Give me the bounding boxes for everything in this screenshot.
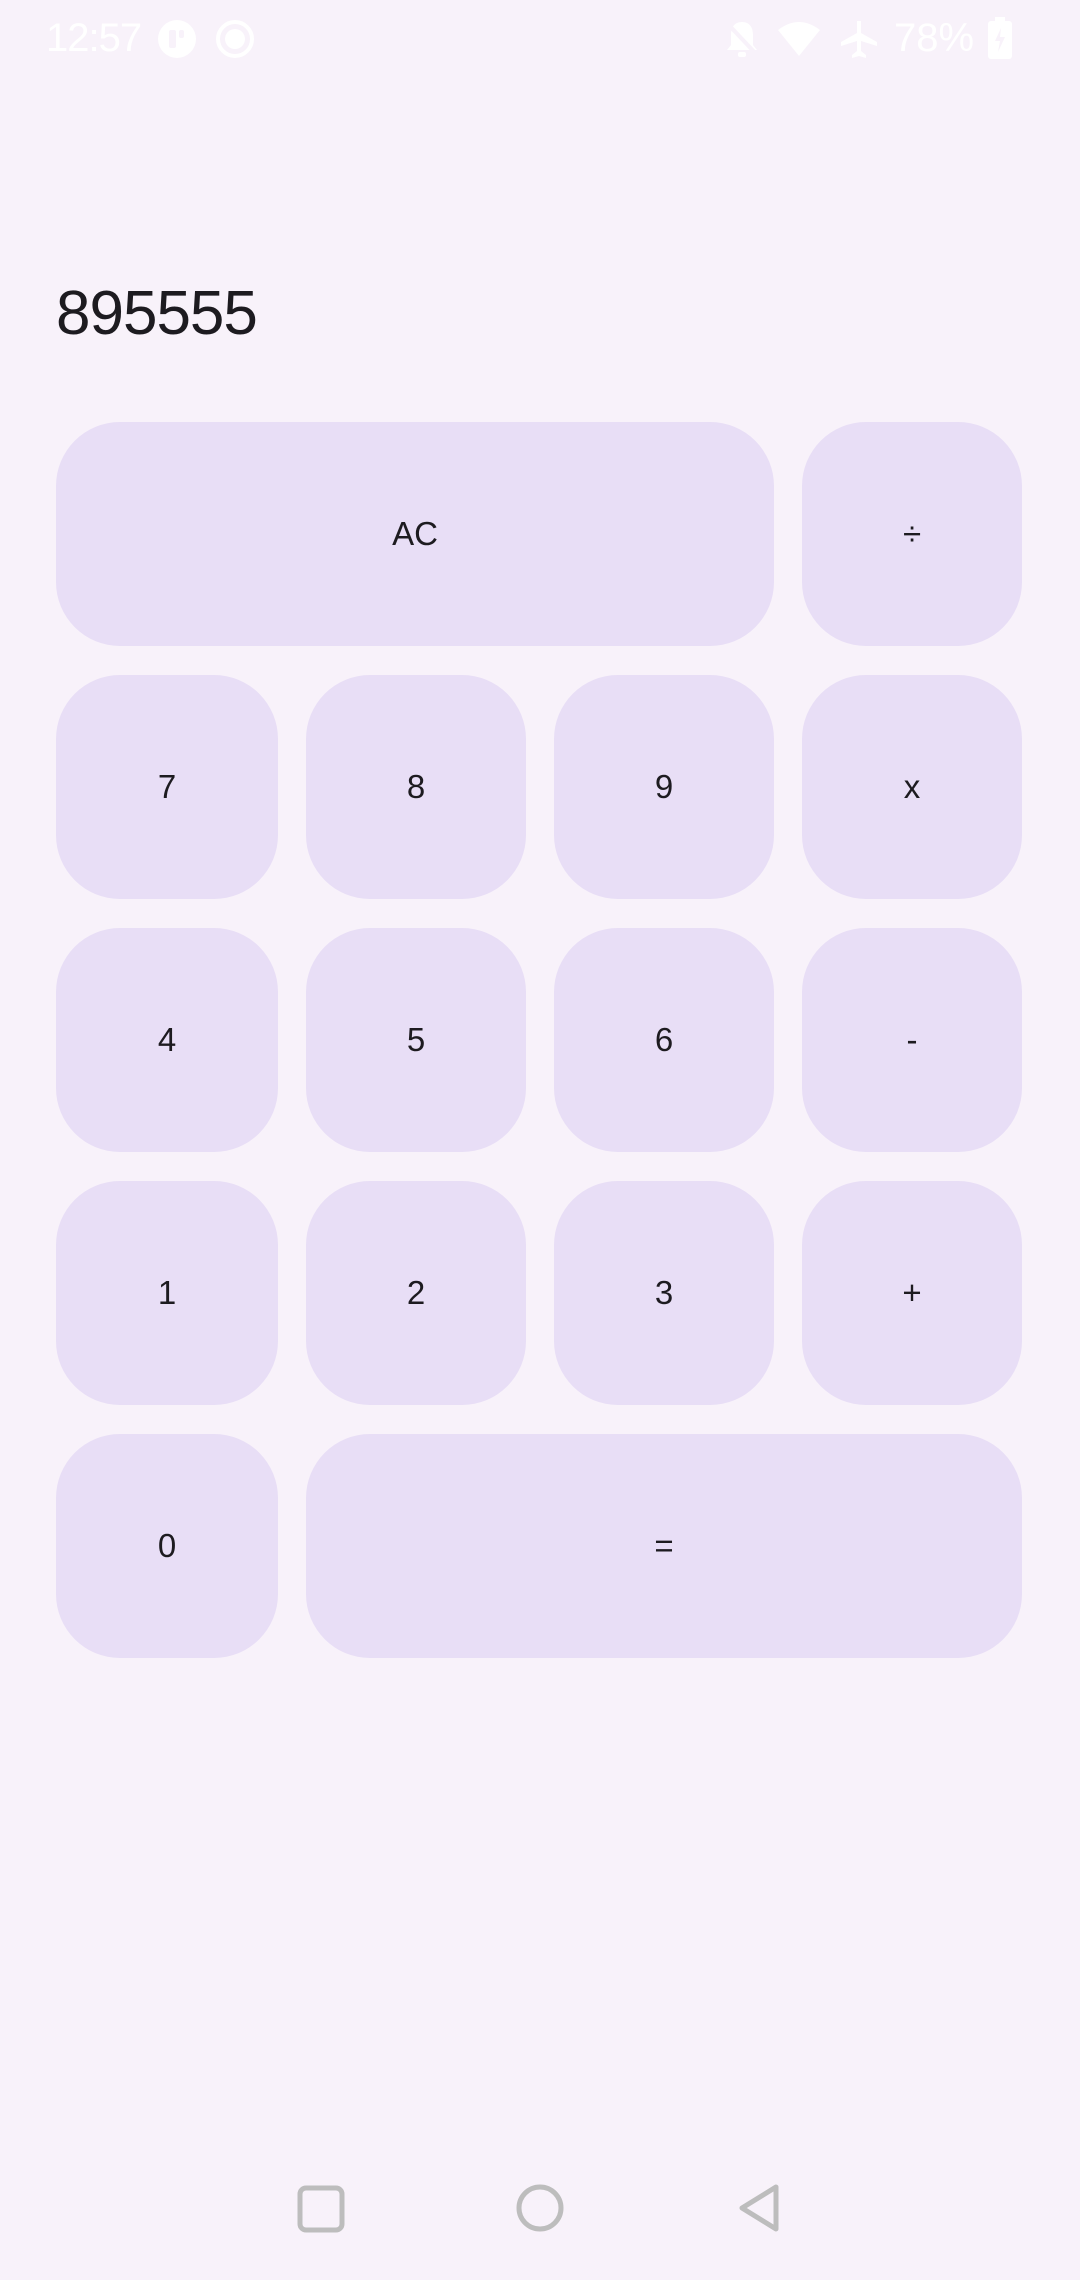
digit-8-button[interactable]: 8 (306, 675, 526, 899)
record-icon (216, 20, 254, 58)
digit-2-button[interactable]: 2 (306, 1181, 526, 1405)
home-circle-icon[interactable] (514, 2182, 566, 2234)
digit-0-button[interactable]: 0 (56, 1434, 278, 1658)
digit-7-button[interactable]: 7 (56, 675, 278, 899)
calculator-display: 895555 (56, 279, 258, 348)
digit-4-button[interactable]: 4 (56, 928, 278, 1152)
keypad: AC ÷ 7 8 9 x 4 5 6 - 1 2 3 + 0 = (56, 422, 1024, 1658)
digit-5-button[interactable]: 5 (306, 928, 526, 1152)
battery-icon (988, 17, 1012, 59)
subtract-button[interactable]: - (802, 928, 1022, 1152)
battery-percentage: 78% (894, 16, 975, 60)
back-triangle-icon[interactable] (736, 2182, 784, 2234)
digit-6-button[interactable]: 6 (554, 928, 774, 1152)
status-bar: 12:57 78% (0, 0, 1080, 80)
app-notification-icon (158, 20, 196, 58)
clear-button[interactable]: AC (56, 422, 774, 646)
digit-3-button[interactable]: 3 (554, 1181, 774, 1405)
multiply-button[interactable]: x (802, 675, 1022, 899)
digit-1-button[interactable]: 1 (56, 1181, 278, 1405)
digit-9-button[interactable]: 9 (554, 675, 774, 899)
add-button[interactable]: + (802, 1181, 1022, 1405)
recents-square-icon[interactable] (296, 2184, 346, 2234)
airplane-mode-icon (841, 21, 877, 58)
navigation-bar (0, 2160, 1080, 2280)
wifi-icon (778, 22, 820, 56)
status-time: 12:57 (46, 16, 142, 60)
divide-button[interactable]: ÷ (802, 422, 1022, 646)
equals-button[interactable]: = (306, 1434, 1022, 1658)
bell-muted-icon (724, 20, 760, 58)
